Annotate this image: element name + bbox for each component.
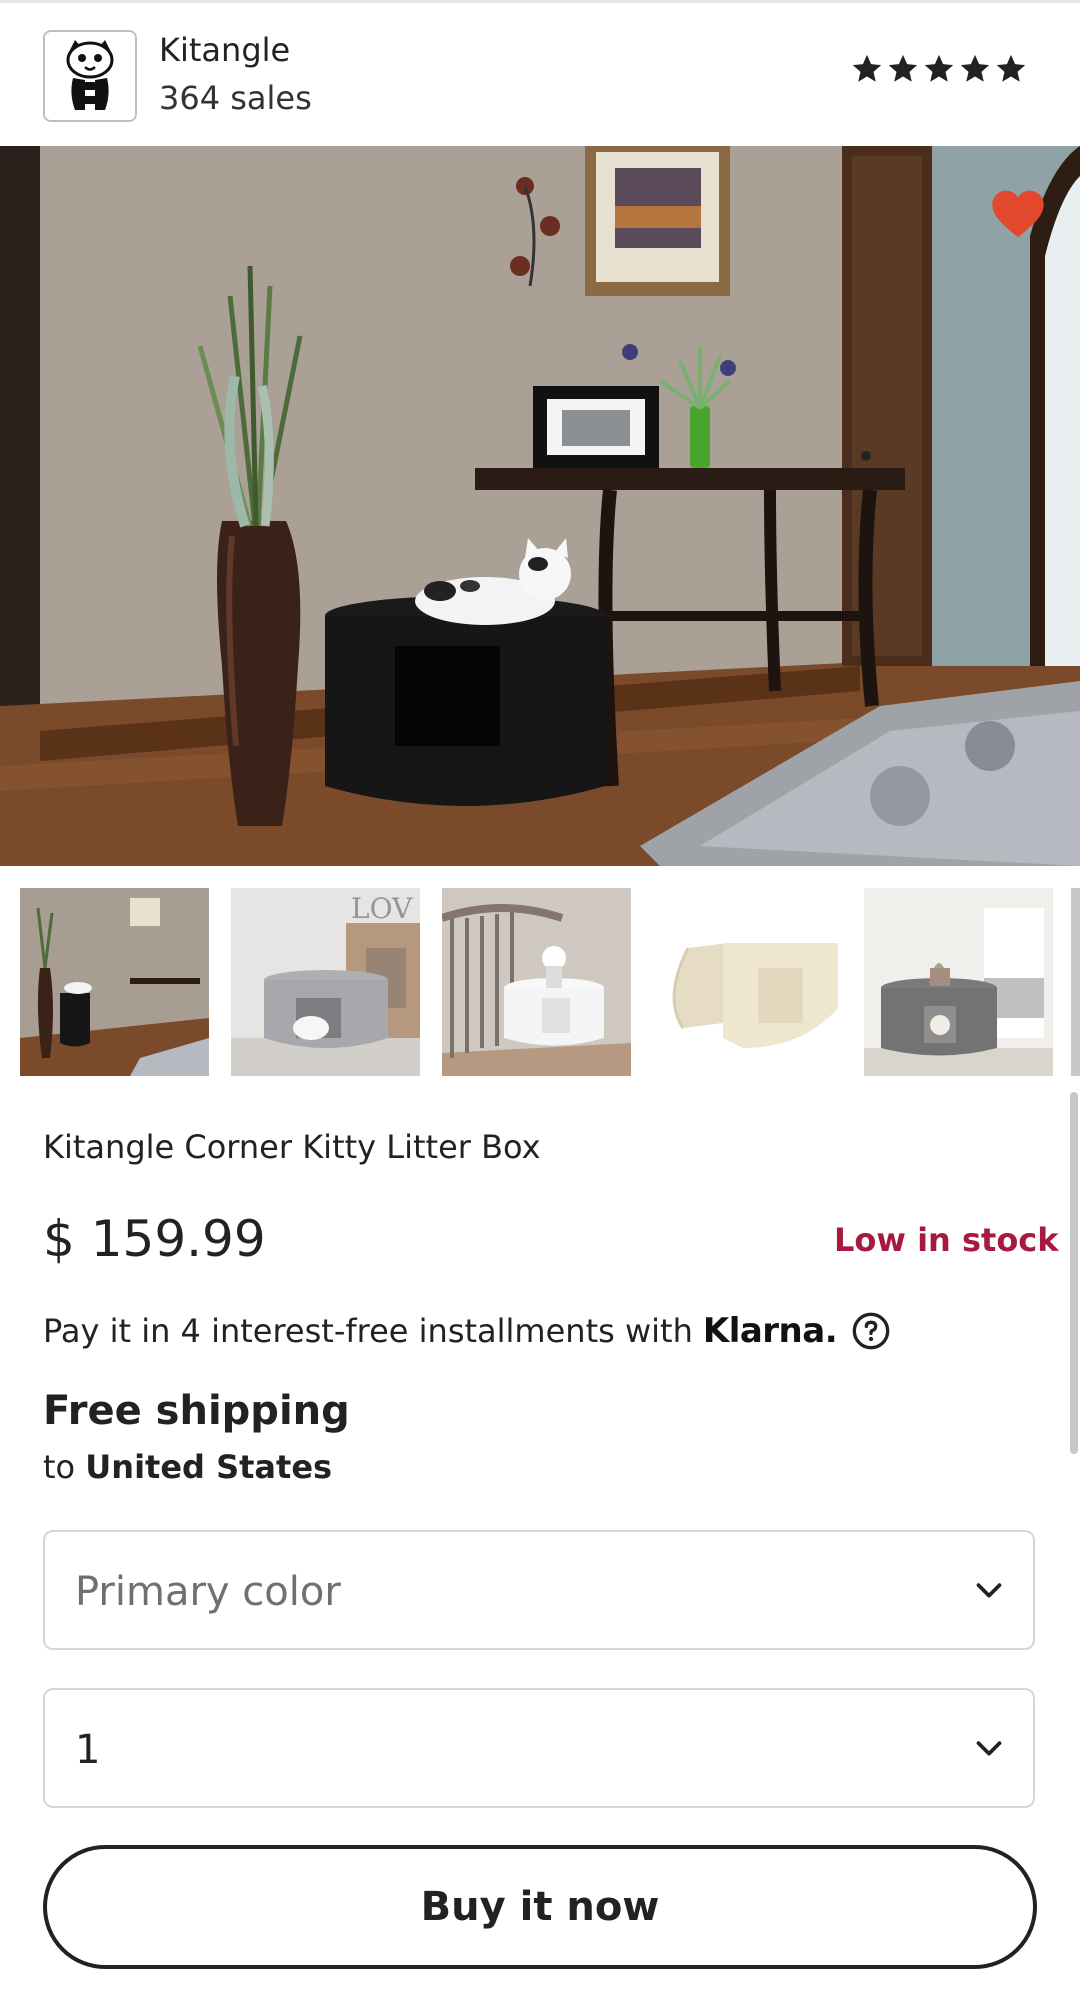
heart-icon[interactable] [990,188,1046,240]
thumbnail-strip: LOV [20,888,1080,1076]
product-price: $ 159.99 [43,1210,266,1268]
chevron-down-icon [976,1741,1002,1756]
chevron-down-icon [976,1583,1002,1598]
question-circle-icon[interactable] [851,1311,891,1351]
thumbnail-overflow[interactable] [1071,888,1080,1076]
thumbnail-4[interactable] [653,888,842,1076]
scrollbar[interactable] [1070,1092,1078,1454]
svg-text:LOV: LOV [351,892,413,925]
shipping-country[interactable]: United States [85,1448,332,1486]
thumbnail-1[interactable] [20,888,209,1076]
quantity-select[interactable]: 1 [43,1688,1035,1808]
buy-it-now-button[interactable]: Buy it now [43,1845,1037,1969]
star-icon [924,54,954,82]
primary-color-select-value: Primary color [75,1569,341,1615]
shop-rating [850,52,1028,86]
stock-status: Low in stock [834,1221,1059,1259]
star-icon [852,54,882,82]
shop-name[interactable]: Kitangle [159,31,290,69]
klarna-logo: Klarna. [702,1311,838,1351]
thumbnail-2[interactable]: LOV [231,888,420,1076]
main-product-image[interactable] [0,146,1080,866]
quantity-select-value: 1 [75,1727,101,1773]
shipping-to-prefix: to [43,1448,76,1486]
installments-text: Pay it in 4 interest-free installments w… [43,1312,693,1350]
cat-face-logo-icon[interactable] [43,30,137,122]
shipping-title: Free shipping [43,1388,350,1434]
star-icon [996,54,1026,82]
thumbnail-3[interactable] [442,888,631,1076]
primary-color-select[interactable]: Primary color [43,1530,1035,1650]
shop-header[interactable]: Kitangle 364 sales [0,3,1080,146]
shipping-destination: to United States [43,1448,332,1486]
thumbnail-5[interactable] [864,888,1053,1076]
product-title: Kitangle Corner Kitty Litter Box [43,1128,541,1166]
klarna-installments: Pay it in 4 interest-free installments w… [43,1309,891,1353]
star-icon [888,54,918,82]
star-icon [960,54,990,82]
shop-sales-count: 364 sales [159,79,312,117]
